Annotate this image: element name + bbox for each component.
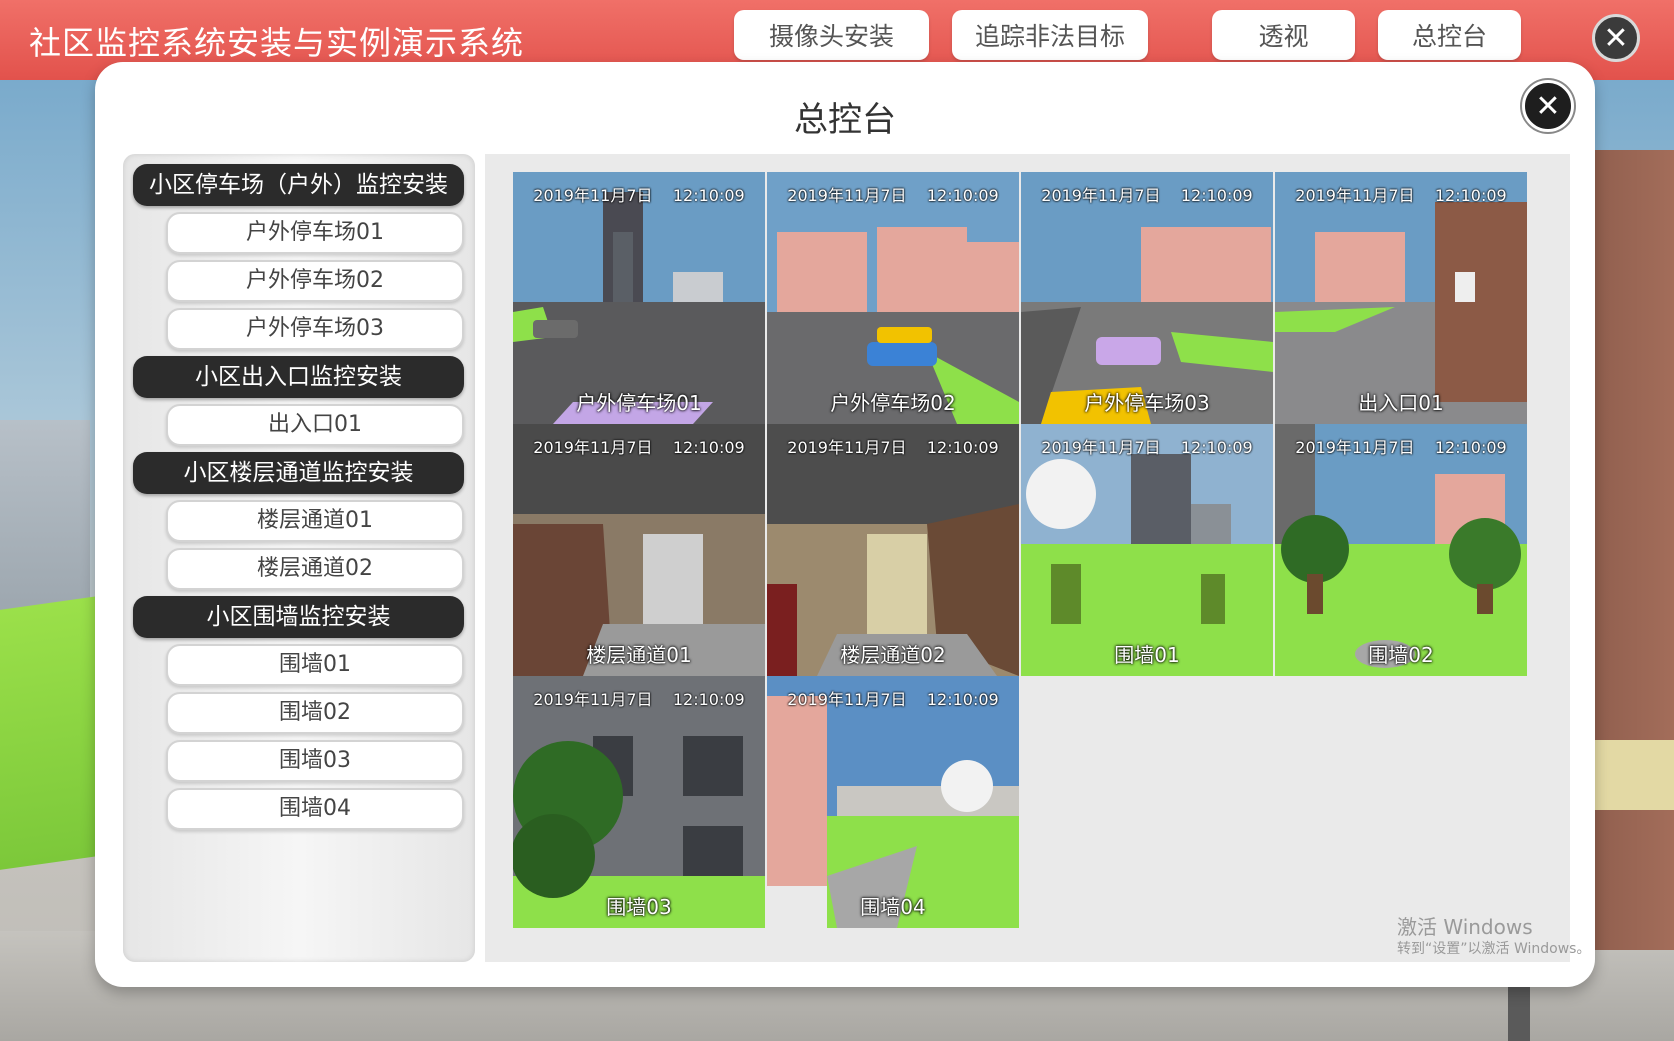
camera-timestamp: 2019年11月7日 12:10:09 [1295,438,1507,457]
menu-category-entrance[interactable]: 小区出入口监控安装 [133,356,464,398]
track-target-button[interactable]: 追踪非法目标 [952,10,1148,60]
camera-feed-wall-04[interactable]: 2019年11月7日 12:10:09 围墙04 [767,676,1019,928]
menu-item-wall-01[interactable]: 围墙01 [166,644,464,686]
console-button[interactable]: 总控台 [1378,10,1521,60]
camera-timestamp: 2019年11月7日 12:10:09 [1041,186,1253,205]
camera-feed-entrance-01[interactable]: 2019年11月7日 12:10:09 出入口01 [1275,172,1527,424]
camera-timestamp: 2019年11月7日 12:10:09 [533,186,745,205]
camera-timestamp: 2019年11月7日 12:10:09 [533,690,745,709]
camera-label: 户外停车场02 [830,391,956,415]
camera-install-button[interactable]: 摄像头安装 [734,10,929,60]
windows-activation-hint: 转到“设置”以激活 Windows。 [1397,941,1591,957]
menu-item-wall-04[interactable]: 围墙04 [166,788,464,830]
menu-item-parking-02[interactable]: 户外停车场02 [166,260,464,302]
camera-feed-corridor-01[interactable]: 2019年11月7日 12:10:09 楼层通道01 [513,424,765,676]
camera-timestamp: 2019年11月7日 12:10:09 [533,438,745,457]
menu-category-wall[interactable]: 小区围墙监控安装 [133,596,464,638]
menu-item-wall-03[interactable]: 围墙03 [166,740,464,782]
camera-label: 围墙04 [860,895,926,919]
camera-label: 楼层通道01 [586,643,692,667]
camera-timestamp: 2019年11月7日 12:10:09 [1295,186,1507,205]
camera-feed-corridor-02[interactable]: 2019年11月7日 12:10:09 楼层通道02 [767,424,1019,676]
camera-label: 出入口01 [1358,391,1444,415]
camera-feed-parking-02[interactable]: 2019年11月7日 12:10:09 户外停车场02 [767,172,1019,424]
menu-item-wall-02[interactable]: 围墙02 [166,692,464,734]
perspective-button[interactable]: 透视 [1212,10,1355,60]
camera-feed-wall-03[interactable]: 2019年11月7日 12:10:09 围墙03 [513,676,765,928]
camera-label: 户外停车场03 [1084,391,1210,415]
menu-item-corridor-02[interactable]: 楼层通道02 [166,548,464,590]
dialog-close-icon[interactable]: ✕ [1522,80,1574,132]
app-title: 社区监控系统安装与实例演示系统 [29,24,525,62]
camera-label: 围墙01 [1114,643,1180,667]
camera-menu: 小区停车场（户外）监控安装 户外停车场01 户外停车场02 户外停车场03 小区… [123,154,475,962]
camera-timestamp: 2019年11月7日 12:10:09 [787,186,999,205]
camera-feed-wall-02[interactable]: 2019年11月7日 12:10:09 围墙02 [1275,424,1527,676]
camera-feed-parking-01[interactable]: 2019年11月7日 12:10:09 户外停车场01 [513,172,765,424]
camera-label: 围墙03 [606,895,672,919]
console-dialog: 总控台 ✕ 小区停车场（户外）监控安装 户外停车场01 户外停车场02 户外停车… [95,62,1595,987]
menu-item-parking-01[interactable]: 户外停车场01 [166,212,464,254]
menu-category-corridor[interactable]: 小区楼层通道监控安装 [133,452,464,494]
windows-activation-watermark: 激活 Windows [1397,915,1533,939]
camera-timestamp: 2019年11月7日 12:10:09 [787,690,999,709]
camera-timestamp: 2019年11月7日 12:10:09 [1041,438,1253,457]
camera-label: 楼层通道02 [840,643,946,667]
menu-item-corridor-01[interactable]: 楼层通道01 [166,500,464,542]
camera-label: 户外停车场01 [576,391,702,415]
menu-category-parking[interactable]: 小区停车场（户外）监控安装 [133,164,464,206]
camera-feed-wall-01[interactable]: 2019年11月7日 12:10:09 围墙01 [1021,424,1273,676]
background-pole [1508,980,1530,1041]
app-close-icon[interactable]: ✕ [1592,14,1640,62]
camera-grid: 2019年11月7日 12:10:09 户外停车场01 2019年11月7日 1… [485,154,1570,962]
menu-item-parking-03[interactable]: 户外停车场03 [166,308,464,350]
camera-feed-parking-03[interactable]: 2019年11月7日 12:10:09 户外停车场03 [1021,172,1273,424]
dialog-title: 总控台 [794,100,896,140]
camera-label: 围墙02 [1368,643,1434,667]
menu-item-entrance-01[interactable]: 出入口01 [166,404,464,446]
camera-timestamp: 2019年11月7日 12:10:09 [787,438,999,457]
